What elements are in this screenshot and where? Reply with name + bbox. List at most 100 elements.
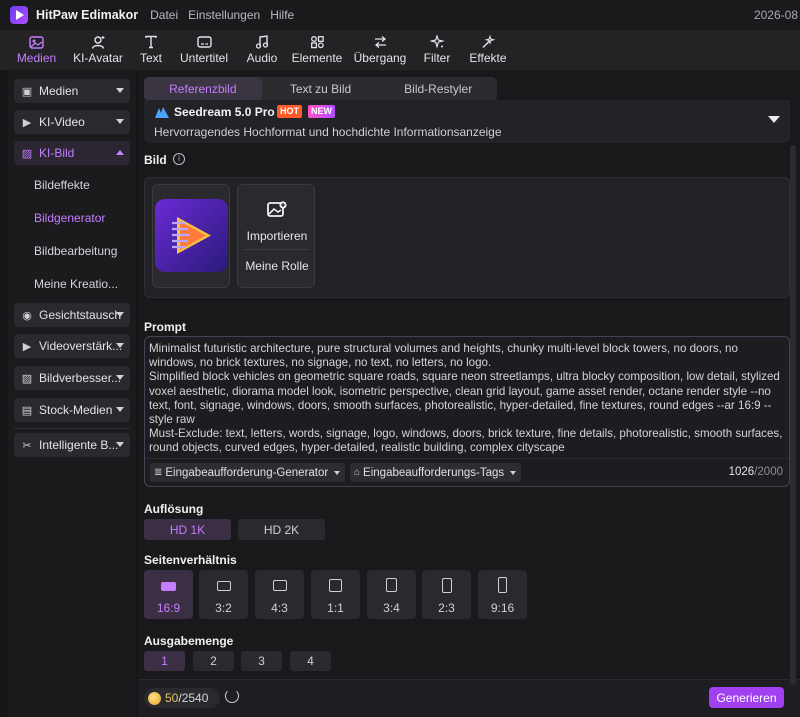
prompt-textarea[interactable]: Minimalist futuristic architecture, pure…	[149, 342, 785, 458]
chevron-down-icon	[116, 375, 124, 380]
character-max: /2000	[754, 466, 783, 478]
avatar-icon	[90, 35, 106, 49]
prompt-footer-divider	[145, 458, 789, 459]
tool-label: KI-Avatar	[73, 51, 123, 65]
bottom-bar: 50/2540 Generieren	[138, 679, 800, 717]
resolution-hd-2k[interactable]: HD 2K	[238, 519, 325, 540]
sidebar-item-label: KI-Bild	[39, 146, 75, 160]
face-swap-icon: ◉	[22, 309, 32, 322]
tool-filter[interactable]: Filter	[413, 30, 461, 70]
chevron-down-icon[interactable]	[768, 116, 780, 123]
menu-hilfe[interactable]: Hilfe	[270, 8, 294, 22]
generate-button[interactable]: Generieren	[709, 687, 784, 708]
sidebar-sub-bildeffekte[interactable]: Bildeffekte	[34, 178, 90, 192]
model-selector[interactable]: Seedream 5.0 Pro HOT NEW Hervorragendes …	[144, 100, 790, 143]
mode-tabs: Referenzbild Text zu Bild Bild-Restyler	[144, 77, 497, 101]
tool-elemente[interactable]: Elemente	[287, 30, 347, 70]
chevron-down-icon	[116, 88, 124, 93]
smart-tools-icon: ✂	[22, 439, 32, 452]
refresh-icon[interactable]	[225, 689, 239, 703]
reference-image-card[interactable]	[152, 184, 230, 288]
tool-label: Effekte	[469, 51, 507, 65]
generator-panel: Referenzbild Text zu Bild Bild-Restyler …	[138, 70, 800, 717]
tool-label: Untertitel	[179, 51, 229, 65]
tool-label: Medien	[16, 51, 57, 65]
ratio-label: 1:1	[327, 601, 344, 615]
quantity-3[interactable]: 3	[241, 651, 282, 671]
main-toolbar: Medien KI-Avatar Text Untertitel Audio E…	[0, 30, 800, 70]
ratio-2-3[interactable]: 2:3	[422, 570, 471, 619]
sidebar-item-label: Bildverbesser...	[39, 371, 122, 385]
app-logo-icon	[10, 6, 28, 24]
tool-label: Elemente	[291, 51, 343, 65]
my-role-button[interactable]: Meine Rolle	[238, 259, 316, 273]
sidebar-sub-meine-kreationen[interactable]: Meine Kreatio...	[34, 277, 118, 291]
tool-ki-avatar[interactable]: KI-Avatar	[65, 30, 131, 70]
add-image-icon	[267, 201, 287, 219]
quantity-2[interactable]: 2	[193, 651, 234, 671]
tab-bild-restyler[interactable]: Bild-Restyler	[379, 77, 497, 101]
quantity-4[interactable]: 4	[290, 651, 331, 671]
sidebar-item-ki-bild[interactable]: ▨ KI-Bild	[14, 141, 130, 165]
audio-icon	[254, 35, 270, 49]
menu-einstellungen[interactable]: Einstellungen	[188, 8, 260, 22]
sidebar-item-stock-medien[interactable]: ▤ Stock-Medien	[14, 398, 130, 422]
tool-uebergang[interactable]: Übergang	[347, 30, 413, 70]
tool-untertitel[interactable]: Untertitel	[171, 30, 237, 70]
sidebar: ▣ Medien ▶ KI-Video ▨ KI-Bild Bildeffekt…	[8, 70, 136, 717]
model-logo-icon	[154, 106, 170, 119]
sidebar-item-ki-video[interactable]: ▶ KI-Video	[14, 110, 130, 134]
effects-icon	[480, 35, 496, 49]
ratio-9-16[interactable]: 9:16	[478, 570, 527, 619]
sidebar-item-gesichtstausch[interactable]: ◉ Gesichtstausch	[14, 303, 130, 327]
ratio-label: 9:16	[490, 601, 515, 615]
prompt-box: Minimalist futuristic architecture, pure…	[144, 336, 790, 487]
tab-referenzbild[interactable]: Referenzbild	[144, 77, 262, 101]
quantity-label: Ausgabemenge	[144, 634, 234, 648]
import-divider	[244, 249, 310, 250]
image-section-label: Bild	[144, 153, 167, 167]
sidebar-item-label: Medien	[39, 84, 79, 98]
character-counter: 1026/2000	[729, 466, 783, 478]
chevron-down-icon	[116, 312, 124, 317]
resolution-hd-1k[interactable]: HD 1K	[144, 519, 231, 540]
tool-text[interactable]: Text	[131, 30, 171, 70]
ratio-16-9[interactable]: 16:9	[144, 570, 193, 619]
ratio-shape	[217, 581, 231, 591]
tool-label: Text	[139, 51, 162, 65]
resolution-label: Auflösung	[144, 502, 204, 516]
prompt-tags-button[interactable]: ⌂ Eingabeaufforderungs-Tags	[350, 463, 522, 482]
elements-icon	[309, 35, 325, 49]
info-icon[interactable]: i	[173, 153, 185, 165]
sidebar-item-videoverstaerker[interactable]: ▶ Videoverstärk...	[14, 334, 130, 358]
menu-datei[interactable]: Datei	[150, 8, 178, 22]
scrollbar[interactable]	[790, 145, 796, 685]
quantity-1[interactable]: 1	[144, 651, 185, 671]
credits-indicator: 50/2540	[144, 688, 220, 708]
ratio-1-1[interactable]: 1:1	[311, 570, 360, 619]
menu-bar: Datei Einstellungen Hilfe	[150, 8, 294, 22]
prompt-generator-button[interactable]: ≣ Eingabeaufforderung-Generator	[150, 463, 346, 482]
tool-effekte[interactable]: Effekte	[461, 30, 515, 70]
tool-medien[interactable]: Medien	[8, 30, 65, 70]
image-enhance-icon: ▨	[21, 372, 33, 385]
video-enhance-icon: ▶	[22, 340, 32, 353]
import-card[interactable]: Importieren Meine Rolle	[237, 184, 315, 288]
sidebar-sub-bildbearbeitung[interactable]: Bildbearbeitung	[34, 244, 117, 258]
ratio-3-2[interactable]: 3:2	[199, 570, 248, 619]
import-button[interactable]: Importieren	[238, 229, 316, 243]
sidebar-item-bildverbesserer[interactable]: ▨ Bildverbesser...	[14, 366, 130, 390]
ratio-label: 2:3	[438, 601, 455, 615]
ratio-4-3[interactable]: 4:3	[255, 570, 304, 619]
sidebar-item-label: Gesichtstausch	[39, 308, 122, 322]
ratio-3-4[interactable]: 3:4	[367, 570, 416, 619]
sidebar-item-medien[interactable]: ▣ Medien	[14, 79, 130, 103]
sidebar-item-intelligente-bearbeitung[interactable]: ✂ Intelligente B...	[14, 433, 130, 457]
ratio-shape	[273, 580, 287, 591]
text-icon	[143, 35, 159, 49]
image-icon: ▨	[21, 147, 33, 160]
ratio-label: 3:4	[383, 601, 400, 615]
tool-audio[interactable]: Audio	[237, 30, 287, 70]
sidebar-sub-bildgenerator[interactable]: Bildgenerator	[34, 211, 105, 225]
tab-text-zu-bild[interactable]: Text zu Bild	[262, 77, 380, 101]
